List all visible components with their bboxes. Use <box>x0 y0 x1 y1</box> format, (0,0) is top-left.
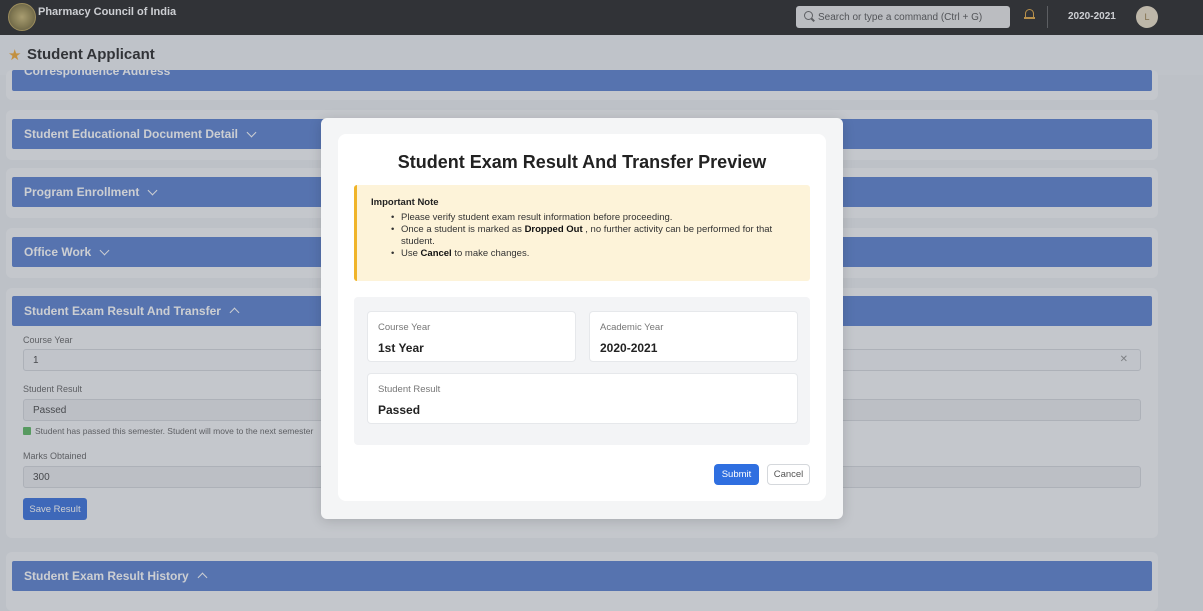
academic-year-value: 2020-2021 <box>600 341 658 355</box>
course-year-label: Course Year <box>378 322 431 333</box>
submit-button[interactable]: Submit <box>714 464 759 485</box>
note-item: Once a student is marked as Dropped Out … <box>391 224 796 248</box>
course-year-card: Course Year 1st Year <box>367 311 576 362</box>
student-result-value: Passed <box>378 403 421 417</box>
note-list: Please verify student exam result inform… <box>371 212 796 260</box>
student-result-label: Student Result <box>378 384 441 395</box>
academic-year-label: Academic Year <box>600 322 664 333</box>
important-note: Important Note Please verify student exa… <box>354 185 810 281</box>
note-item: Please verify student exam result inform… <box>391 212 796 224</box>
note-item: Use Cancel to make changes. <box>391 248 796 260</box>
student-result-card: Student Result Passed <box>367 373 798 424</box>
academic-year-card: Academic Year 2020-2021 <box>589 311 798 362</box>
note-title: Important Note <box>371 197 439 208</box>
modal-title: Student Exam Result And Transfer Preview <box>397 152 767 172</box>
cancel-button[interactable]: Cancel <box>767 464 810 485</box>
course-year-value: 1st Year <box>378 341 424 355</box>
